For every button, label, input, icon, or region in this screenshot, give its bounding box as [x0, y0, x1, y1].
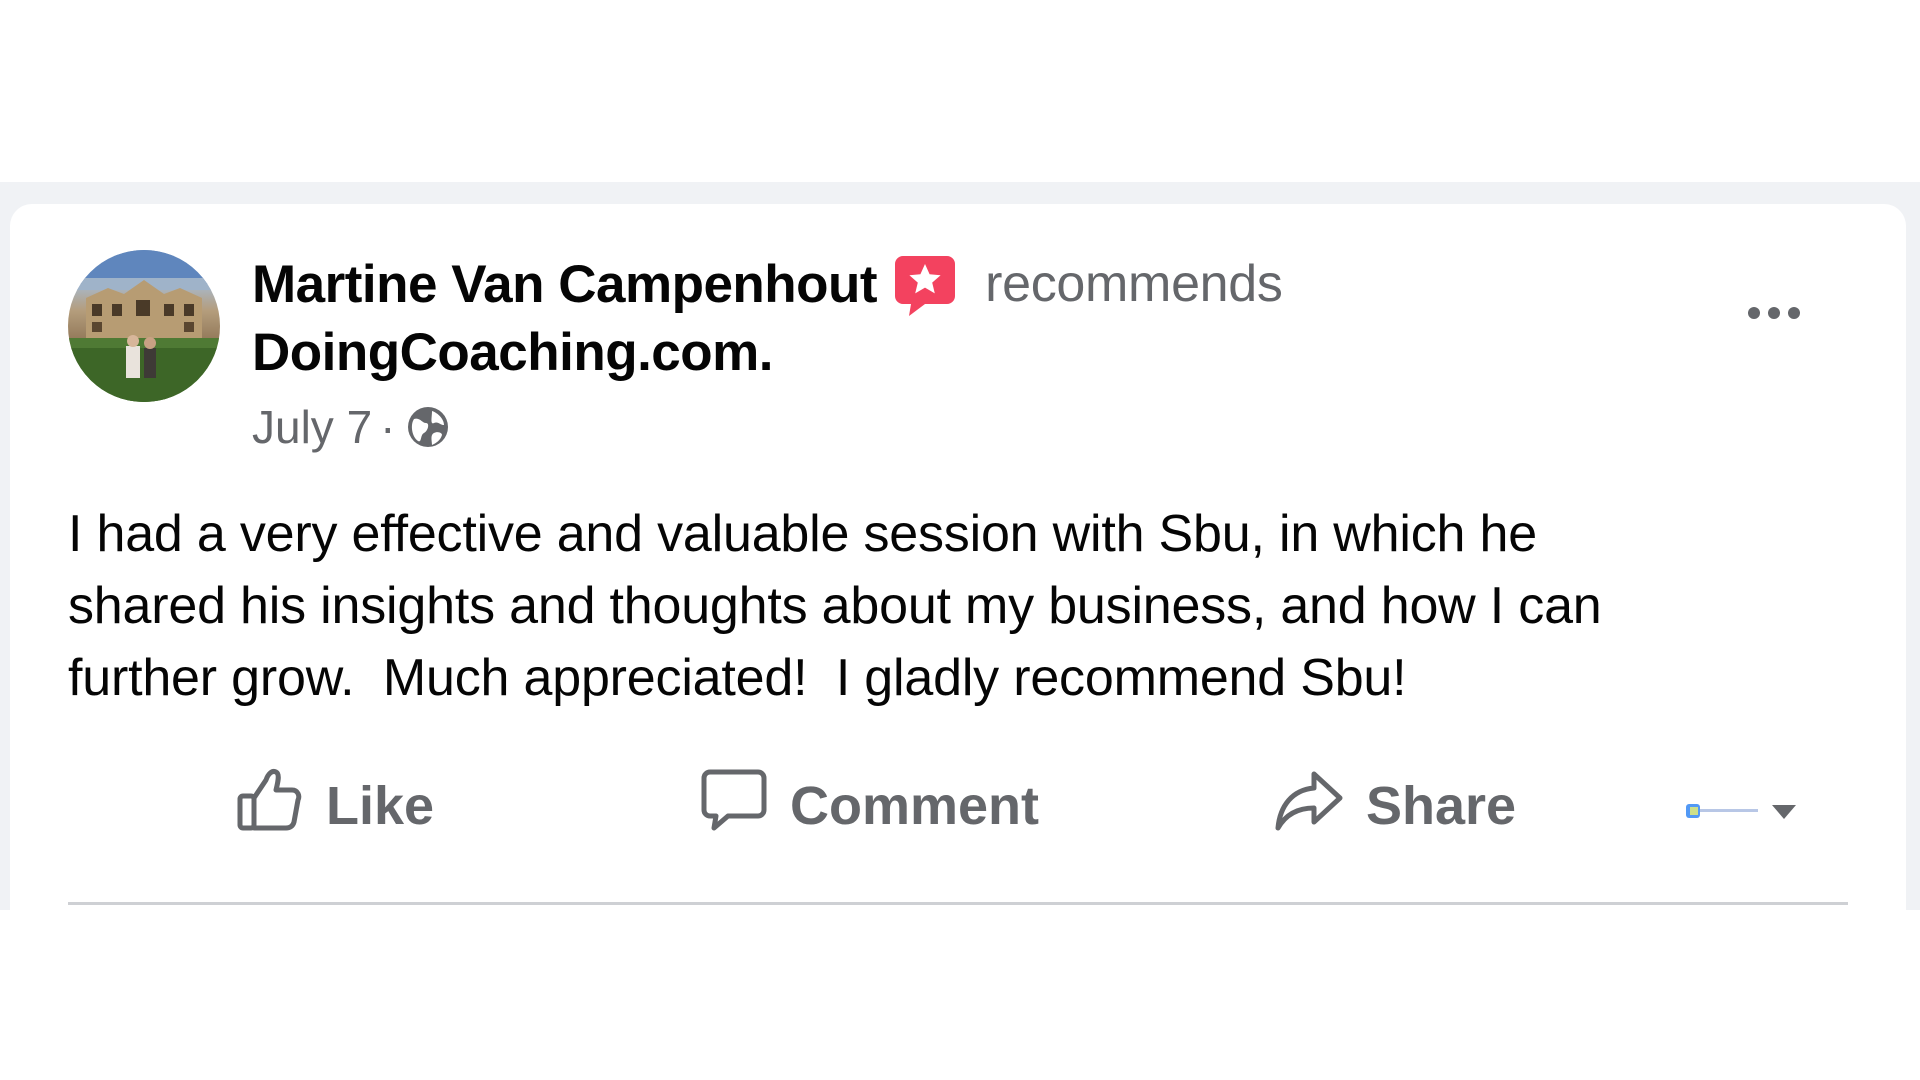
recommends-text: recommends — [985, 255, 1283, 313]
more-options-button[interactable] — [1728, 290, 1820, 336]
share-label: Share — [1366, 776, 1517, 836]
top-blank-area — [0, 0, 1920, 182]
comment-label: Comment — [790, 776, 1040, 836]
more-options-dot — [1788, 307, 1800, 319]
author-line: Martine Van Campenhout recommends — [252, 252, 1283, 316]
comment-button[interactable]: Comment — [700, 756, 1039, 856]
meta-separator: · — [380, 401, 396, 453]
like-label: Like — [326, 776, 435, 836]
share-button[interactable]: Share — [1274, 756, 1516, 856]
post-text: I had a very effective and valuable sess… — [68, 505, 1602, 707]
chevron-down-icon — [1772, 805, 1796, 819]
share-icon — [1274, 766, 1344, 847]
author-avatar[interactable] — [68, 250, 220, 402]
more-options-icon — [1748, 307, 1760, 319]
thumbs-up-icon — [236, 766, 304, 847]
comment-icon — [700, 766, 768, 847]
post-card: Martine Van Campenhout recommends DoingC… — [10, 204, 1906, 910]
more-options-dot — [1768, 307, 1780, 319]
reaction-avatar-icon — [1686, 804, 1758, 818]
post-actions: Like Comment Share — [68, 756, 1848, 856]
recommend-badge-icon — [895, 254, 956, 318]
post-date[interactable]: July 7 — [252, 400, 372, 454]
bottom-blank-area — [0, 910, 1920, 1080]
globe-icon[interactable] — [404, 403, 452, 451]
recommended-page-name[interactable]: DoingCoaching.com. — [252, 322, 774, 383]
actions-divider — [68, 902, 1848, 905]
like-button[interactable]: Like — [236, 756, 434, 856]
author-name[interactable]: Martine Van Campenhout — [252, 254, 878, 315]
post-meta: July 7 · — [252, 400, 452, 454]
avatar-photo-icon — [68, 250, 220, 402]
audience-selector[interactable] — [1684, 790, 1814, 830]
